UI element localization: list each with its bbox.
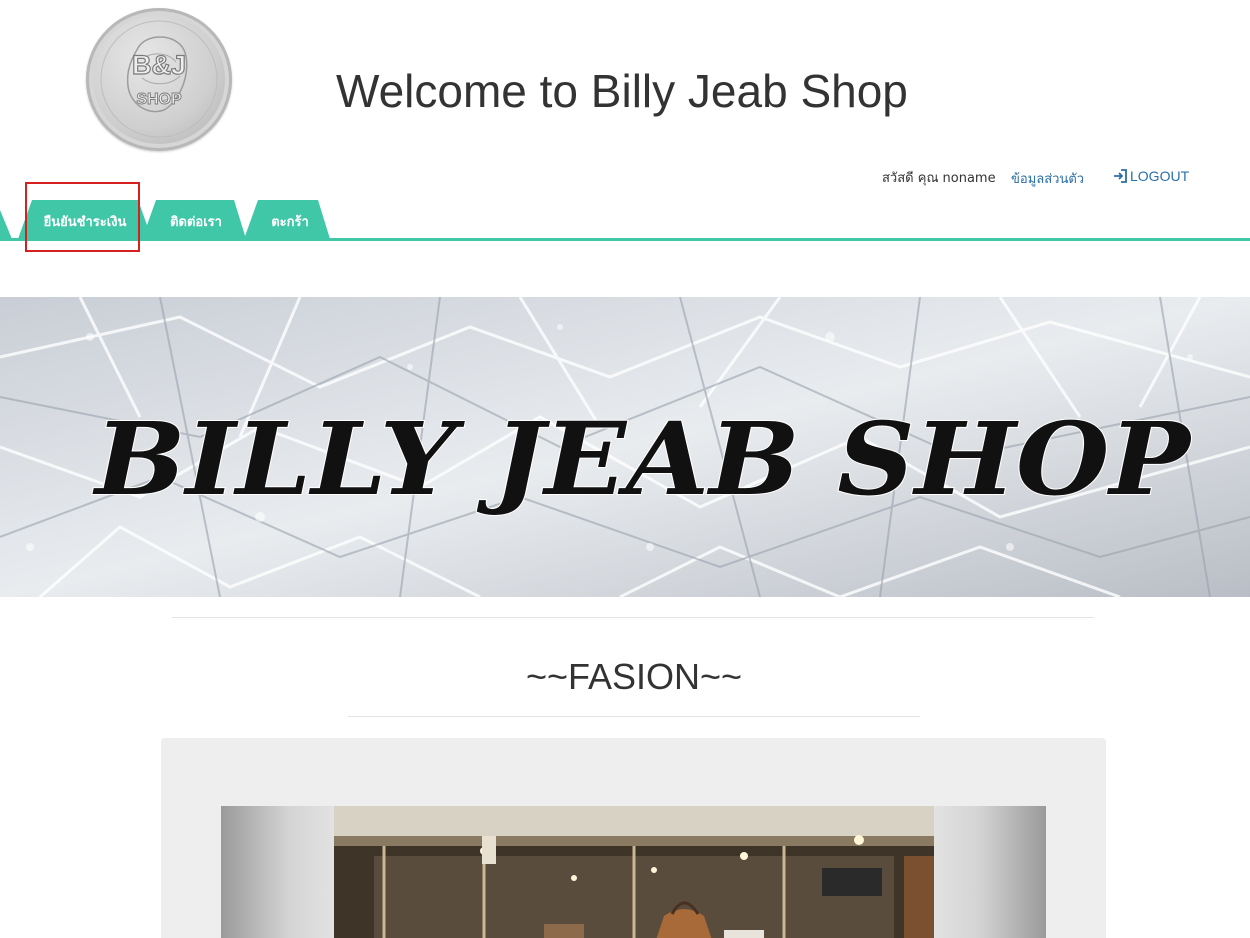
tab-cart[interactable]: ตะกร้า <box>244 200 336 239</box>
site-title: Welcome to Billy Jeab Shop <box>336 65 908 117</box>
tab-confirm-payment[interactable]: ยืนยันชำระเงิน <box>18 200 158 239</box>
image-carousel[interactable] <box>221 806 1046 938</box>
divider <box>348 716 920 717</box>
tab-decoration <box>0 200 12 239</box>
logout-link[interactable]: LOGOUT <box>1113 168 1189 184</box>
greeting: สวัสดี คุณ noname <box>882 167 996 188</box>
carousel-prev-control[interactable] <box>221 806 334 938</box>
carousel-next-control[interactable] <box>934 806 1046 938</box>
divider <box>172 617 1094 618</box>
banner-text: BILLY JEAB SHOP <box>92 400 1193 518</box>
profile-link[interactable]: ข้อมูลส่วนตัว <box>1011 168 1084 189</box>
logo-text-shop: SHOP <box>136 91 182 108</box>
user-bar: สวัสดี คุณ noname ข้อมูลส่วนตัว LOGOUT <box>0 167 1250 187</box>
username: noname <box>942 171 996 186</box>
section-title: ~~FASION~~ <box>525 656 743 697</box>
carousel-image <box>334 806 934 938</box>
tab-label: ยืนยันชำระเงิน <box>43 215 127 230</box>
shop-logo[interactable]: B&J SHOP <box>86 8 232 151</box>
logout-label: LOGOUT <box>1130 168 1190 184</box>
logo-text-bj: B&J <box>132 50 186 80</box>
greeting-text: สวัสดี คุณ <box>882 171 939 186</box>
tab-contact[interactable]: ติดต่อเรา <box>142 200 252 239</box>
tab-label: ตะกร้า <box>271 215 309 230</box>
tab-label: ติดต่อเรา <box>170 215 222 230</box>
sign-in-icon <box>1114 169 1127 183</box>
page: B&J SHOP Welcome to Billy Jeab Shop สวัส… <box>0 0 1250 938</box>
banner: BILLY JEAB SHOP <box>0 297 1250 597</box>
